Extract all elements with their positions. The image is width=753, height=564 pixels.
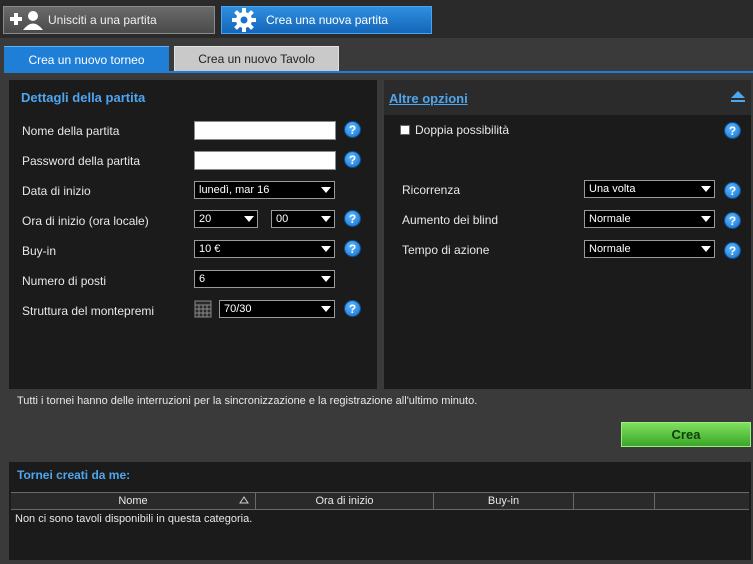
start-date-select[interactable]: lunedì, mar 16 xyxy=(194,181,335,199)
tab-underline xyxy=(4,71,753,73)
add-user-icon xyxy=(4,8,48,32)
tab-new-tournament[interactable]: Crea un nuovo torneo xyxy=(4,46,169,72)
join-game-button[interactable]: Unisciti a una partita xyxy=(3,6,215,34)
start-date-value: lunedì, mar 16 xyxy=(199,184,270,196)
help-icon[interactable]: ? xyxy=(344,121,361,138)
tab-new-table[interactable]: Crea un nuovo Tavolo xyxy=(174,46,339,72)
tab-new-table-label: Crea un nuovo Tavolo xyxy=(198,52,315,66)
chevron-down-icon xyxy=(698,181,714,197)
buyin-label: Buy-in xyxy=(22,244,57,258)
recurrence-label: Ricorrenza xyxy=(402,183,461,197)
chevron-down-icon xyxy=(698,241,714,257)
details-title: Dettagli della partita xyxy=(21,89,146,105)
column-header-extra-1[interactable] xyxy=(574,493,655,509)
start-minute-value: 00 xyxy=(276,213,289,225)
recurrence-value: Una volta xyxy=(589,183,636,195)
start-minute-select[interactable]: 00 xyxy=(271,210,335,228)
empty-table-message: Non ci sono tavoli disponibili in questa… xyxy=(15,513,253,525)
create-button[interactable]: Crea xyxy=(621,422,751,447)
help-icon[interactable]: ? xyxy=(344,151,361,168)
column-header-name-label: Nome xyxy=(118,495,148,507)
create-game-button[interactable]: Crea una nuova partita xyxy=(221,6,432,34)
buyin-value: 10 € xyxy=(199,243,221,255)
column-header-extra-2[interactable] xyxy=(655,493,749,509)
column-header-start-time[interactable]: Ora di inizio xyxy=(256,493,434,509)
action-time-select[interactable]: Normale xyxy=(584,240,715,258)
help-icon[interactable]: ? xyxy=(724,182,741,199)
tab-new-tournament-label: Crea un nuovo torneo xyxy=(28,52,145,67)
action-time-label: Tempo di azione xyxy=(402,243,490,257)
collapse-up-icon[interactable] xyxy=(730,89,746,103)
buyin-select[interactable]: 10 € xyxy=(194,240,335,258)
column-header-buyin[interactable]: Buy-in xyxy=(434,493,574,509)
prize-structure-label: Struttura del montepremi xyxy=(22,304,155,318)
options-title-link[interactable]: Altre opzioni xyxy=(389,91,468,106)
password-label: Password della partita xyxy=(22,154,141,168)
prize-structure-select[interactable]: 70/30 xyxy=(219,300,335,318)
start-hour-select[interactable]: 20 xyxy=(194,210,258,228)
blind-increase-label: Aumento dei blind xyxy=(402,213,499,227)
join-game-label: Unisciti a una partita xyxy=(48,13,157,27)
help-icon[interactable]: ? xyxy=(344,210,361,227)
sort-asc-icon xyxy=(239,495,249,508)
chevron-down-icon xyxy=(318,241,334,257)
start-hour-value: 20 xyxy=(199,213,212,225)
calendar-icon[interactable] xyxy=(194,300,212,318)
breaks-note: Tutti i tornei hanno delle interruzioni … xyxy=(17,395,478,407)
game-name-label: Nome della partita xyxy=(22,124,120,138)
help-icon[interactable]: ? xyxy=(344,240,361,257)
help-icon[interactable]: ? xyxy=(724,242,741,259)
seats-value: 6 xyxy=(199,273,206,285)
blind-increase-select[interactable]: Normale xyxy=(584,210,715,228)
create-game-label: Crea una nuova partita xyxy=(266,13,389,27)
chevron-down-icon xyxy=(698,211,714,227)
chevron-down-icon xyxy=(318,211,334,227)
start-date-label: Data di inizio xyxy=(22,184,91,198)
double-chance-label: Doppia possibilità xyxy=(415,123,510,137)
recurrence-select[interactable]: Una volta xyxy=(584,180,715,198)
seats-label: Numero di posti xyxy=(22,274,107,288)
column-header-buyin-label: Buy-in xyxy=(487,495,520,507)
column-header-start-time-label: Ora di inizio xyxy=(315,495,374,507)
seats-select[interactable]: 6 xyxy=(194,270,335,288)
help-icon[interactable]: ? xyxy=(724,212,741,229)
chevron-down-icon xyxy=(241,211,257,227)
double-chance-checkbox[interactable] xyxy=(400,125,410,135)
action-time-value: Normale xyxy=(589,243,631,255)
my-tournaments-title: Tornei creati da me: xyxy=(17,468,131,482)
help-icon[interactable]: ? xyxy=(724,122,741,139)
password-input[interactable] xyxy=(194,151,336,170)
blind-increase-value: Normale xyxy=(589,213,631,225)
column-header-name[interactable]: Nome xyxy=(11,493,256,509)
chevron-down-icon xyxy=(318,301,334,317)
game-name-input[interactable] xyxy=(194,121,336,140)
tournaments-table-header: Nome Ora di inizio Buy-in xyxy=(11,492,749,510)
chevron-down-icon xyxy=(318,271,334,287)
help-icon[interactable]: ? xyxy=(344,300,361,317)
prize-structure-value: 70/30 xyxy=(224,303,252,315)
gear-icon xyxy=(222,7,266,33)
start-time-label: Ora di inizio (ora locale) xyxy=(22,214,149,228)
chevron-down-icon xyxy=(318,182,334,198)
